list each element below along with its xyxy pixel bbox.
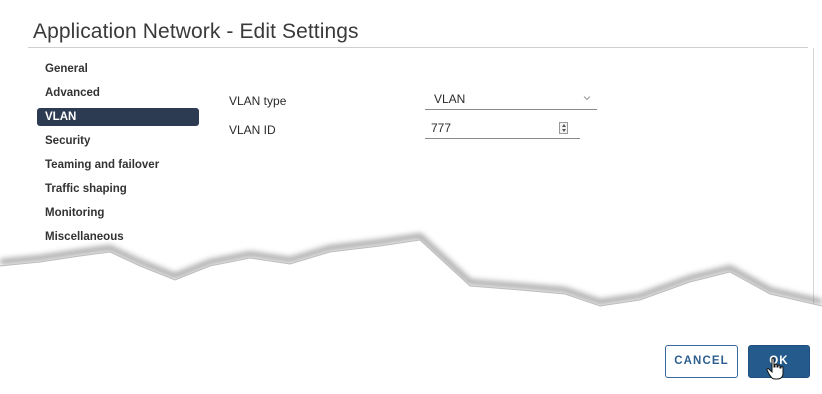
- vlan-type-select[interactable]: VLAN: [425, 88, 597, 110]
- nav-item-traffic-shaping[interactable]: Traffic shaping: [37, 177, 199, 201]
- nav-item-security[interactable]: Security: [37, 129, 199, 153]
- nav-item-general[interactable]: General: [37, 57, 199, 81]
- dialog-right-border: [813, 48, 814, 388]
- nav-item-monitoring[interactable]: Monitoring: [37, 201, 199, 225]
- nav-item-vlan[interactable]: VLAN: [37, 108, 199, 126]
- chevron-down-icon: [583, 96, 591, 101]
- title-divider: [28, 47, 808, 48]
- vlan-id-input[interactable]: 777: [425, 117, 580, 139]
- vlan-id-label: VLAN ID: [229, 123, 276, 137]
- vlan-type-label: VLAN type: [229, 94, 287, 108]
- nav-item-teaming-and-failover[interactable]: Teaming and failover: [37, 153, 199, 177]
- nav-item-miscellaneous[interactable]: Miscellaneous: [37, 225, 199, 249]
- cancel-button[interactable]: CANCEL: [665, 345, 738, 378]
- settings-nav: General Advanced VLAN Security Teaming a…: [37, 57, 199, 249]
- dialog-title: Application Network - Edit Settings: [33, 20, 359, 43]
- hand-pointer-icon: [766, 357, 784, 380]
- edit-settings-dialog: Application Network - Edit Settings Gene…: [0, 0, 822, 394]
- number-spinner-icon[interactable]: [559, 122, 568, 134]
- vlan-id-value: 777: [431, 121, 452, 135]
- nav-item-advanced[interactable]: Advanced: [37, 81, 199, 105]
- vlan-type-value: VLAN: [434, 92, 466, 106]
